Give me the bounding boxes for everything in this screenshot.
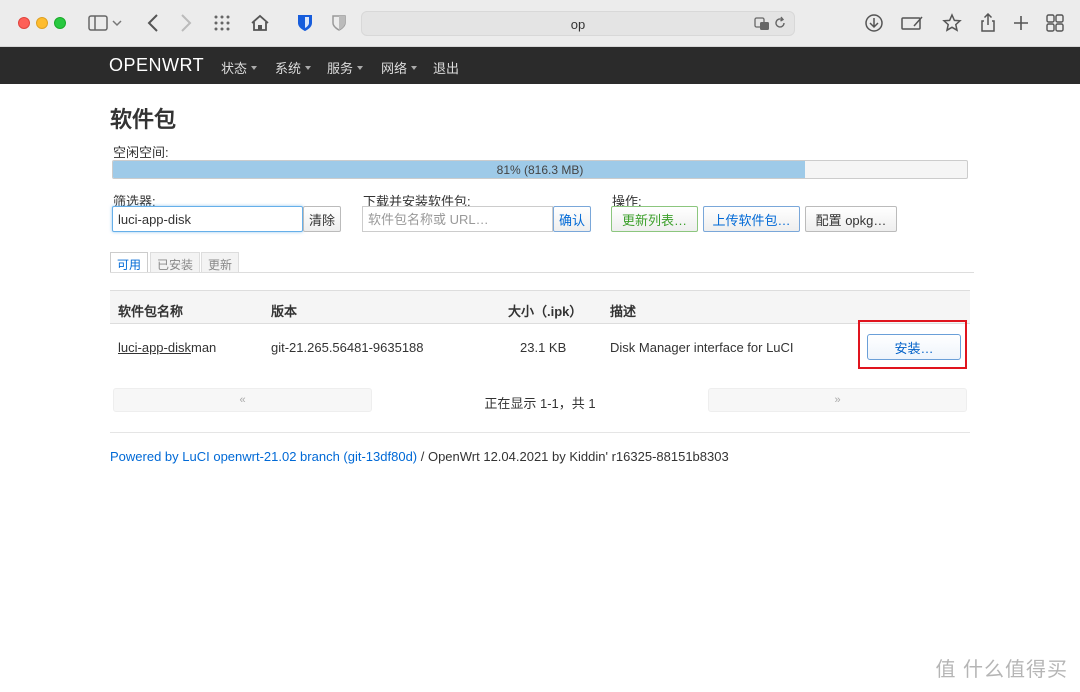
tab-available[interactable]: 可用 (110, 252, 149, 273)
tab-installed[interactable]: 已安装 (150, 252, 201, 273)
back-icon[interactable] (141, 11, 165, 35)
confirm-install-button[interactable]: 确认 (553, 206, 591, 232)
tab-updates[interactable]: 更新 (201, 252, 240, 273)
nav-item-label: 系统 (275, 61, 302, 76)
free-space-progress-text: 81% (816.3 MB) (496, 163, 584, 177)
nav-item-services[interactable]: 服务 (327, 58, 364, 77)
upload-package-button[interactable]: 上传软件包… (703, 206, 800, 232)
package-version-cell: git-21.265.56481-9635188 (271, 340, 424, 355)
translate-icon[interactable] (754, 16, 770, 32)
bitwarden-shield-icon[interactable] (293, 11, 317, 35)
page-title: 软件包 (110, 107, 177, 132)
column-header-version[interactable]: 版本 (271, 301, 297, 320)
downloads-icon[interactable] (862, 11, 886, 35)
reload-icon[interactable] (773, 16, 787, 30)
address-bar[interactable]: op (361, 11, 795, 36)
reading-list-icon[interactable] (899, 11, 925, 35)
nav-item-label: 网络 (381, 61, 408, 76)
chevron-down-icon[interactable] (110, 11, 124, 35)
brand-logo[interactable]: OPENWRT (109, 55, 204, 76)
zoom-window-button[interactable] (54, 17, 66, 29)
package-table-header: 软件包名称 版本 大小（.ipk） 描述 (110, 290, 970, 324)
package-name-rest: man (190, 340, 217, 355)
package-url-input[interactable] (362, 206, 553, 232)
share-icon[interactable] (976, 11, 1000, 35)
free-space-label: 空闲空间: (113, 145, 169, 160)
sidebar-toggle-icon[interactable] (86, 11, 110, 35)
next-page-button[interactable]: » (708, 388, 967, 412)
nav-item-label: 退出 (433, 61, 460, 76)
tab-overview-grid-icon[interactable] (210, 11, 234, 35)
caret-down-icon (305, 66, 312, 70)
free-space-progress-bar: 81% (816.3 MB) (112, 160, 968, 179)
privacy-shield-icon[interactable] (327, 11, 351, 35)
browser-toolbar: op (0, 0, 1080, 47)
nav-item-system[interactable]: 系统 (275, 58, 312, 77)
minimize-window-button[interactable] (36, 17, 48, 29)
footer: Powered by LuCI openwrt-21.02 branch (gi… (110, 449, 729, 464)
table-row: luci-app-diskman git-21.265.56481-963518… (110, 325, 970, 370)
clear-filter-button[interactable]: 清除 (303, 206, 341, 232)
forward-icon[interactable] (174, 11, 198, 35)
package-name-cell[interactable]: luci-app-diskman (118, 340, 216, 355)
nav-item-status[interactable]: 状态 (221, 58, 258, 77)
annotation-highlight-box (858, 320, 967, 369)
nav-item-logout[interactable]: 退出 (433, 58, 459, 77)
footer-divider (110, 432, 970, 433)
close-window-button[interactable] (18, 17, 30, 29)
package-name-match[interactable]: luci-app-disk (118, 340, 191, 355)
configure-opkg-button[interactable]: 配置 opkg… (805, 206, 897, 232)
address-text: op (570, 17, 586, 32)
column-header-name[interactable]: 软件包名称 (118, 301, 183, 320)
nav-item-network[interactable]: 网络 (381, 58, 418, 77)
tab-divider (110, 272, 974, 273)
update-lists-button[interactable]: 更新列表… (611, 206, 698, 232)
star-icon[interactable] (940, 11, 964, 35)
package-size-cell: 23.1 KB (520, 340, 567, 355)
home-icon[interactable] (248, 11, 272, 35)
tab-overview-icon[interactable] (1043, 11, 1067, 35)
column-header-size[interactable]: 大小（.ipk） (508, 301, 582, 320)
watermark: 值 什么值得买 (935, 659, 1068, 681)
luci-footer-link[interactable]: Powered by LuCI openwrt-21.02 branch (gi… (110, 449, 417, 464)
new-tab-plus-icon[interactable] (1009, 11, 1033, 35)
nav-item-label: 状态 (221, 61, 248, 76)
footer-text: / OpenWrt 12.04.2021 by Kiddin' r16325-8… (417, 449, 729, 464)
nav-item-label: 服务 (327, 61, 354, 76)
openwrt-navbar: OPENWRT 状态 系统 服务 网络 退出 (0, 47, 1080, 84)
caret-down-icon (411, 66, 418, 70)
column-header-description[interactable]: 描述 (610, 301, 636, 320)
caret-down-icon (357, 66, 364, 70)
caret-down-icon (251, 66, 258, 70)
package-description-cell: Disk Manager interface for LuCI (610, 340, 794, 355)
filter-input[interactable] (112, 206, 303, 232)
